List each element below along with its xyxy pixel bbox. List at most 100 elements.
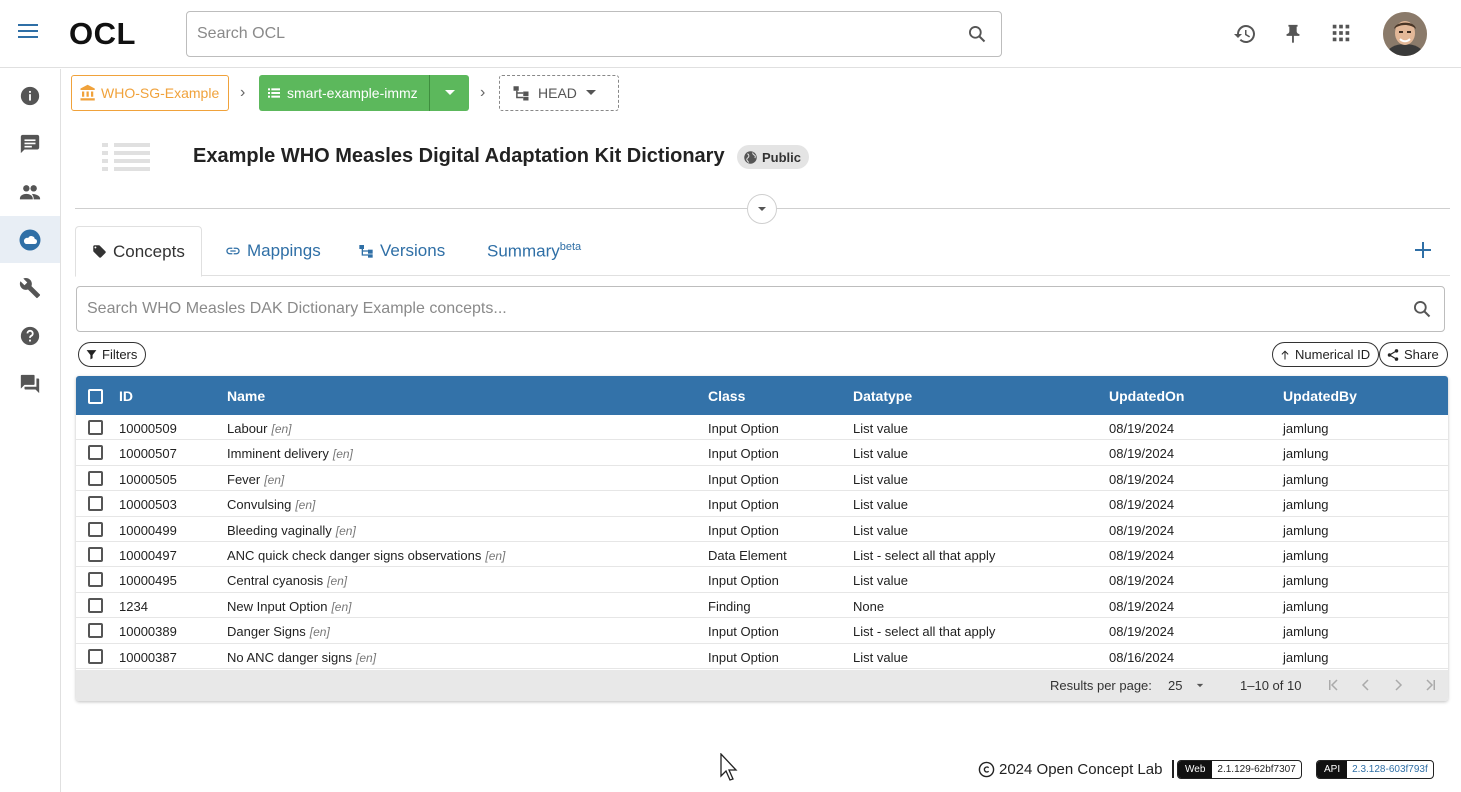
cell-datatype: List value — [853, 472, 908, 487]
row-checkbox[interactable] — [88, 648, 103, 664]
cloud-icon[interactable] — [0, 216, 60, 263]
table-row[interactable]: 10000499 Bleeding vaginally [en] Input Opti… — [76, 517, 1448, 542]
share-button[interactable]: Share — [1379, 342, 1448, 367]
row-checkbox[interactable] — [88, 496, 103, 512]
sort-button[interactable]: Numerical ID — [1272, 342, 1380, 367]
breadcrumb-source[interactable]: smart-example-immz — [259, 75, 469, 111]
column-header-updated-on[interactable]: UpdatedOn — [1109, 388, 1184, 404]
search-icon[interactable] — [967, 24, 987, 49]
breadcrumb-version[interactable]: HEAD — [499, 75, 619, 111]
source-list-icon — [102, 143, 150, 176]
next-page-icon[interactable] — [1392, 679, 1404, 694]
breadcrumb-org-label: WHO-SG-Example — [101, 85, 220, 101]
cell-name-text: New Input Option — [227, 598, 328, 614]
global-search-input[interactable] — [187, 12, 927, 56]
row-checkbox[interactable] — [88, 572, 103, 588]
user-avatar[interactable] — [1383, 12, 1427, 56]
expand-header-button[interactable] — [747, 194, 777, 224]
column-header-class[interactable]: Class — [708, 388, 745, 404]
concept-search-input[interactable] — [77, 287, 1377, 331]
column-header-id[interactable]: ID — [119, 388, 133, 404]
cell-updated-on: 08/19/2024 — [1109, 446, 1174, 461]
institution-icon — [80, 84, 95, 101]
tab-concepts-label: Concepts — [113, 241, 185, 261]
search-icon[interactable] — [1412, 299, 1432, 324]
row-checkbox[interactable] — [88, 470, 103, 486]
column-header-name[interactable]: Name — [227, 388, 265, 404]
cell-name[interactable]: New Input Option [en] — [227, 599, 351, 614]
concepts-table: ID Name Class Datatype UpdatedOn Updated… — [76, 376, 1448, 701]
forum-icon[interactable] — [0, 360, 60, 407]
cell-datatype-text: List - select all that apply — [853, 547, 996, 563]
table-row[interactable]: 10000507 Imminent delivery [en] Input Optio… — [76, 440, 1448, 466]
cell-name[interactable]: Danger Signs [en] — [227, 624, 330, 639]
tab-mappings[interactable]: Mappings — [225, 226, 321, 276]
history-icon[interactable] — [1233, 22, 1257, 51]
source-dropdown-button[interactable] — [429, 75, 469, 111]
last-page-icon[interactable] — [1423, 679, 1437, 694]
table-row[interactable]: 1234 New Input Option [en] Finding None 08/19… — [76, 593, 1448, 619]
global-search — [186, 11, 1002, 57]
cell-id: 10000387 — [119, 650, 177, 665]
cell-name-text: Danger Signs — [227, 624, 306, 640]
table-row[interactable]: 10000505 Fever [en] Input Option List value 0… — [76, 466, 1448, 492]
cell-name-text: Fever — [227, 471, 261, 487]
row-checkbox[interactable] — [88, 521, 103, 537]
table-row[interactable]: 10000497 ANC quick check danger signs obs… — [76, 542, 1448, 568]
tab-concepts[interactable]: Concepts — [75, 226, 202, 277]
cell-datatype-text: List value — [853, 497, 908, 513]
table-row[interactable]: 10000503 Convulsing [en] Input Option List v… — [76, 491, 1448, 517]
cell-datatype: List - select all that apply — [853, 548, 995, 563]
cell-name[interactable]: Labour [en] — [227, 421, 292, 436]
app-logo[interactable]: OCL — [69, 16, 136, 52]
table-row[interactable]: 10000495 Central cyanosis [en] Input Option… — [76, 567, 1448, 593]
cell-name[interactable]: Convulsing [en] — [227, 497, 315, 512]
add-icon[interactable] — [1413, 240, 1433, 265]
api-version-key: API — [1317, 761, 1348, 778]
tab-versions[interactable]: Versions — [358, 226, 445, 276]
filters-button[interactable]: Filters — [78, 342, 147, 367]
tab-summary[interactable]: Summarybeta — [487, 226, 581, 276]
pin-icon[interactable] — [1282, 22, 1304, 51]
help-icon[interactable] — [0, 312, 60, 359]
cell-class: Finding — [708, 599, 751, 614]
cell-updated-on: 08/16/2024 — [1109, 650, 1174, 665]
apps-grid-icon[interactable] — [1330, 22, 1352, 49]
people-icon[interactable] — [0, 168, 60, 215]
cell-name[interactable]: Bleeding vaginally [en] — [227, 523, 356, 538]
cell-datatype: List value — [853, 421, 908, 436]
table-row[interactable]: 10000389 Danger Signs [en] Input Option List… — [76, 618, 1448, 644]
row-checkbox[interactable] — [88, 597, 103, 613]
cell-name[interactable]: Central cyanosis [en] — [227, 573, 347, 588]
rows-per-page-select[interactable]: 25 — [1168, 678, 1204, 693]
row-checkbox[interactable] — [88, 546, 103, 562]
column-header-datatype[interactable]: Datatype — [853, 388, 912, 404]
select-all-checkbox[interactable] — [88, 389, 103, 404]
breadcrumb-org[interactable]: WHO-SG-Example — [71, 75, 229, 111]
locale-tag: [en] — [295, 498, 316, 513]
feedback-icon[interactable] — [0, 120, 60, 167]
cell-name[interactable]: No ANC danger signs [en] — [227, 650, 376, 665]
first-page-icon[interactable] — [1327, 679, 1341, 694]
table-row[interactable]: 10000509 Labour [en] Input Option List value… — [76, 415, 1448, 441]
cell-updated-on-text: 08/19/2024 — [1109, 573, 1175, 589]
cell-name[interactable]: ANC quick check danger signs observation… — [227, 548, 505, 563]
cell-id: 10000389 — [119, 624, 177, 639]
rows-per-page-value: 25 — [1168, 678, 1183, 693]
cell-class: Input Option — [708, 472, 779, 487]
previous-page-icon[interactable] — [1360, 679, 1372, 694]
locale-tag: [en] — [331, 599, 352, 614]
wrench-icon[interactable] — [0, 264, 60, 311]
menu-icon[interactable] — [18, 24, 38, 42]
cell-name[interactable]: Fever [en] — [227, 472, 284, 487]
table-row[interactable]: 10000387 No ANC danger signs [en] Input Opt… — [76, 644, 1448, 669]
row-checkbox[interactable] — [88, 445, 103, 461]
cell-updated-on-text: 08/19/2024 — [1109, 624, 1175, 640]
column-header-updated-by[interactable]: UpdatedBy — [1283, 388, 1357, 404]
cell-name[interactable]: Imminent delivery [en] — [227, 446, 353, 461]
info-icon[interactable] — [0, 72, 60, 119]
row-checkbox[interactable] — [88, 623, 103, 639]
row-checkbox[interactable] — [88, 420, 103, 435]
caret-down-icon — [444, 90, 455, 95]
table-pagination: Results per page: 25 1–10 of 10 — [76, 670, 1448, 701]
